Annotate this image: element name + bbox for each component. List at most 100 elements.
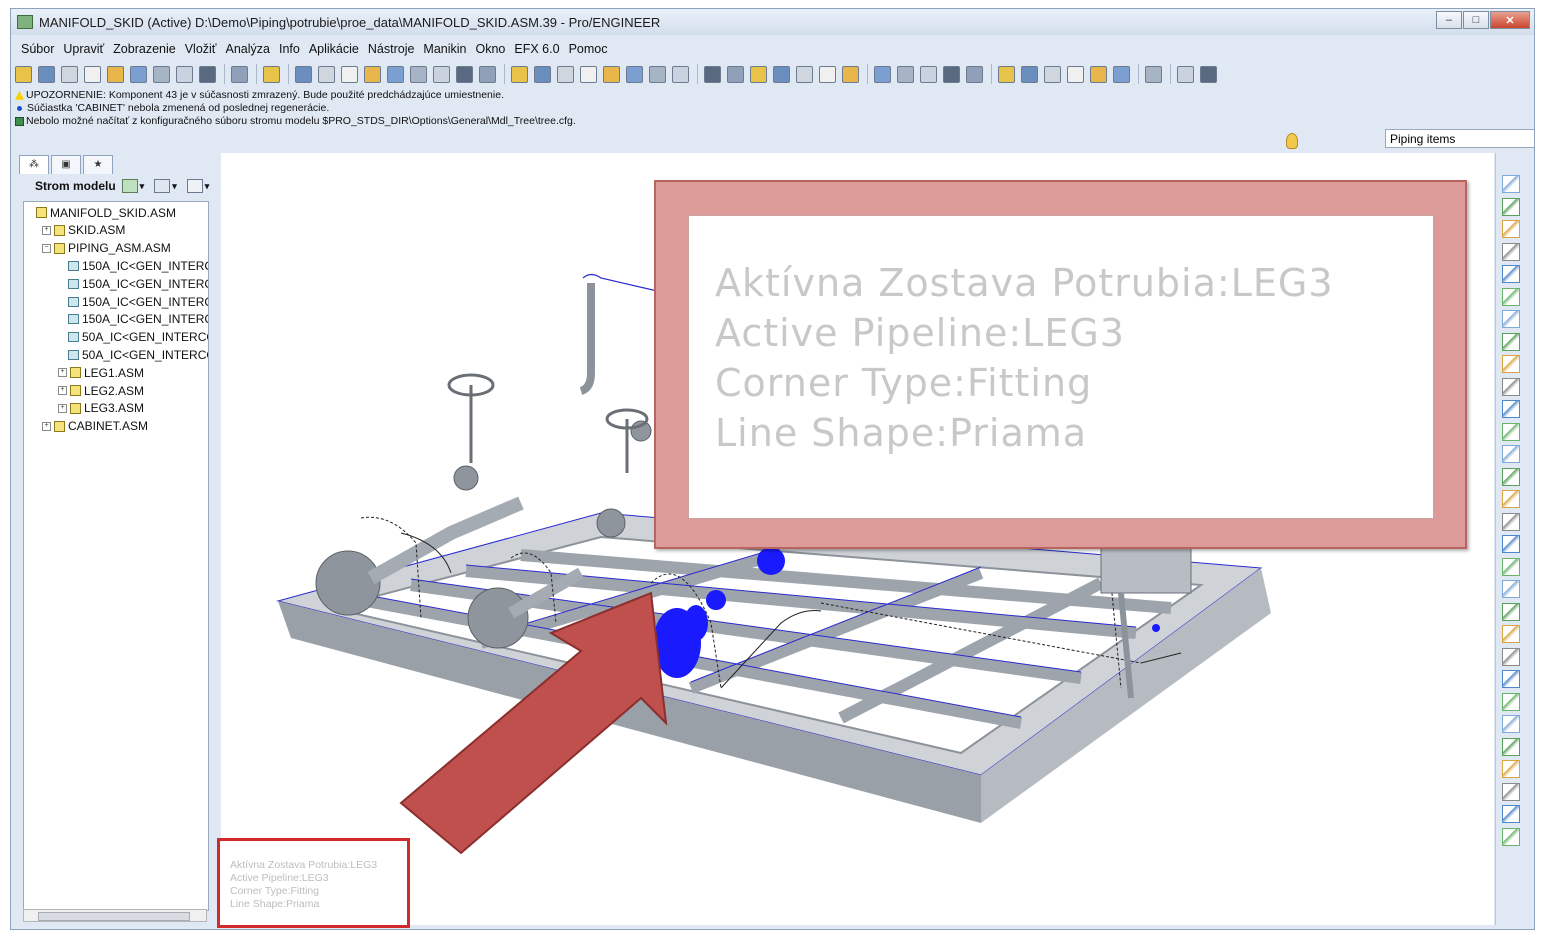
datum-planes-icon[interactable] (897, 65, 914, 83)
print-preview-icon[interactable] (231, 65, 248, 83)
hidden-line-icon[interactable] (773, 65, 790, 83)
menu-upravit[interactable]: Upraviť (63, 42, 104, 56)
tree-item[interactable]: − PIPING_ASM.ASM (42, 240, 171, 257)
menu-nastroje[interactable]: Nástroje (368, 42, 415, 56)
menu-subor[interactable]: Súbor (21, 42, 54, 56)
view-manager-icon[interactable] (727, 65, 744, 83)
expand-toggle-icon[interactable]: − (42, 243, 51, 253)
datum-points-icon[interactable] (943, 65, 960, 83)
expand-toggle-icon[interactable]: + (58, 368, 67, 378)
menu-info[interactable]: Info (279, 42, 300, 56)
pipe-zigzag-icon[interactable] (1502, 625, 1520, 643)
window-icon[interactable] (1177, 65, 1194, 83)
menu-pomoc[interactable]: Pomoc (569, 42, 608, 56)
cut-icon[interactable] (341, 65, 358, 83)
help-context-icon[interactable] (1145, 65, 1162, 83)
tree-item[interactable]: 150A_IC<GEN_INTERCO (58, 311, 208, 328)
spool-icon[interactable] (1113, 65, 1130, 83)
redo-icon[interactable] (318, 65, 335, 83)
maximize-button[interactable]: □ (1463, 11, 1489, 29)
tree-item[interactable]: 150A_IC<GEN_INTERCO (58, 293, 208, 310)
csys-icon[interactable] (1502, 287, 1520, 306)
plane-icon[interactable] (1502, 197, 1520, 216)
tab-model-tree[interactable]: ⁂ (19, 155, 49, 174)
undo-icon[interactable] (295, 65, 312, 83)
line-stock-icon[interactable] (1502, 512, 1520, 531)
regen-manager-icon[interactable] (456, 65, 473, 83)
open-icon[interactable] (38, 65, 55, 83)
pipe-insulation-icon[interactable] (1090, 65, 1107, 83)
model-player-icon[interactable] (1200, 65, 1217, 83)
pipe-cut-icon[interactable] (1502, 535, 1520, 553)
report-list-icon[interactable] (1502, 827, 1520, 846)
menu-aplikacie[interactable]: Aplikácie (309, 42, 359, 56)
find-icon[interactable] (479, 65, 496, 83)
scrollbar-thumb[interactable] (38, 912, 190, 921)
menu-analyza[interactable]: Analýza (226, 42, 270, 56)
backup-icon[interactable] (176, 65, 193, 83)
lightbulb-icon[interactable] (1286, 133, 1298, 149)
pipe-route-icon[interactable] (1502, 332, 1520, 351)
menu-zobrazenie[interactable]: Zobrazenie (113, 42, 176, 56)
close-window-icon[interactable] (61, 65, 78, 83)
expand-toggle-icon[interactable]: + (58, 403, 67, 413)
menu-manikin[interactable]: Manikin (423, 42, 466, 56)
select-icon[interactable] (1502, 467, 1520, 486)
tree-columns-icon[interactable] (154, 179, 171, 193)
tree-horizontal-scrollbar[interactable] (23, 909, 207, 922)
datum-axes-icon[interactable] (920, 65, 937, 83)
pipe-follow-icon[interactable] (1067, 65, 1084, 83)
menu-okno[interactable]: Okno (476, 42, 506, 56)
fitting-icon[interactable] (1502, 377, 1520, 396)
tree-item[interactable]: 50A_IC<GEN_INTERCON (58, 346, 208, 363)
copy-icon[interactable] (364, 65, 381, 83)
tree-item[interactable]: + LEG1.ASM (58, 364, 144, 381)
wireframe-icon[interactable] (750, 65, 767, 83)
annotations-icon[interactable] (998, 65, 1015, 83)
sketch-icon[interactable] (1502, 175, 1520, 193)
chevron-down-icon[interactable]: ▾ (205, 181, 210, 192)
zoom-in-icon[interactable] (580, 65, 597, 83)
chevron-down-icon[interactable]: ▾ (172, 181, 177, 192)
print-icon[interactable] (199, 65, 216, 83)
corner-icon[interactable] (1502, 422, 1520, 441)
pipe-jog-icon[interactable] (1502, 692, 1520, 711)
tree-item[interactable]: 150A_IC<GEN_INTERCO (58, 257, 208, 274)
menu-vlozit[interactable]: Vložiť (185, 42, 217, 56)
expand-toggle-icon[interactable]: + (42, 225, 51, 235)
show-icon[interactable] (186, 179, 203, 193)
save-icon[interactable] (130, 65, 147, 83)
tab-favorites[interactable]: ★ (83, 155, 113, 174)
saved-views-icon[interactable] (672, 65, 689, 83)
zoom-out-icon[interactable] (603, 65, 620, 83)
pipe-check-icon[interactable] (1502, 580, 1520, 598)
tree-item[interactable]: 150A_IC<GEN_INTERCO (58, 275, 208, 292)
shading-icon[interactable] (819, 65, 836, 83)
pipe-draw-icon[interactable] (1502, 400, 1520, 418)
tree-settings-icon[interactable] (121, 179, 138, 193)
reorient-icon[interactable] (649, 65, 666, 83)
pipe-extend-icon[interactable] (1044, 65, 1061, 83)
pipe-note-icon[interactable] (1502, 737, 1520, 756)
tree-item[interactable]: + LEG2.ASM (58, 382, 144, 399)
curve-icon[interactable] (1502, 242, 1520, 261)
tab-folder-browser[interactable]: ▣ (51, 155, 81, 174)
expand-toggle-icon[interactable]: + (58, 386, 67, 395)
layers-icon[interactable] (704, 65, 721, 83)
repaint-icon[interactable] (534, 65, 551, 83)
expand-toggle-icon[interactable]: + (42, 421, 51, 431)
chevron-down-icon[interactable]: ▾ (140, 181, 145, 192)
pipe-loop-icon[interactable] (1502, 602, 1520, 621)
email-icon[interactable] (263, 65, 280, 83)
pipe-extend-icon[interactable] (1502, 355, 1520, 373)
new-icon[interactable] (84, 65, 101, 83)
tree-item[interactable]: + SKID.ASM (42, 222, 125, 239)
datum-icon[interactable] (1502, 310, 1520, 328)
pipe-valve-icon[interactable] (1502, 670, 1520, 688)
csys-icon[interactable] (966, 65, 983, 83)
pipe-delete-icon[interactable] (1502, 760, 1520, 778)
report-icon[interactable] (1502, 782, 1520, 801)
purge-icon[interactable] (15, 65, 32, 83)
pipe-route-icon[interactable] (1021, 65, 1038, 83)
line-icon[interactable] (1502, 220, 1520, 238)
